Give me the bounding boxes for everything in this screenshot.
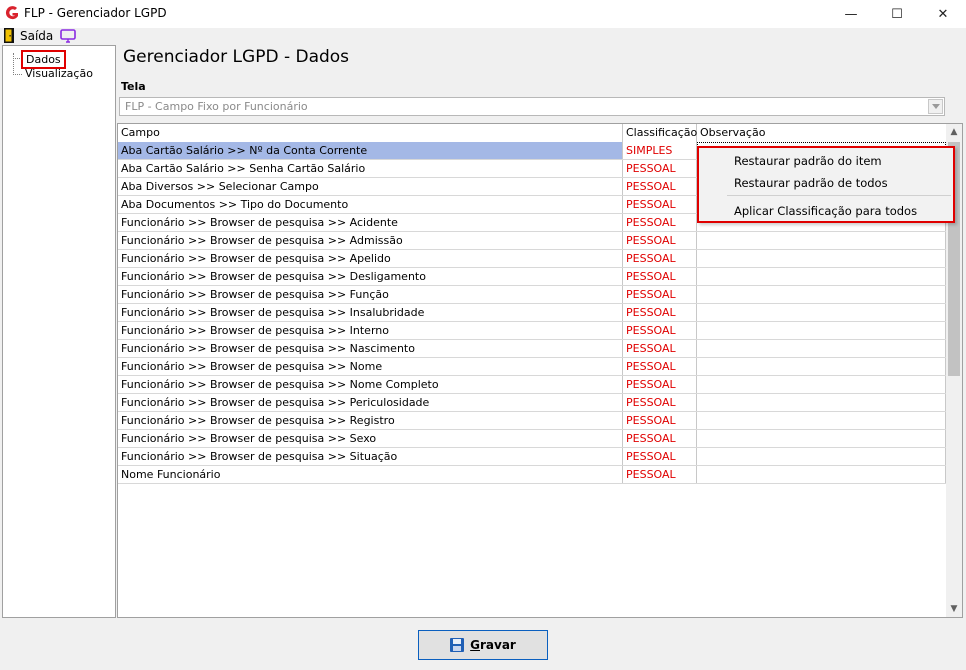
cell-campo[interactable]: Aba Diversos >> Selecionar Campo bbox=[118, 178, 623, 195]
floppy-disk-icon bbox=[450, 638, 465, 652]
cell-classificacao[interactable]: PESSOAL bbox=[623, 322, 697, 339]
cell-classificacao[interactable]: PESSOAL bbox=[623, 286, 697, 303]
cell-campo[interactable]: Funcionário >> Browser de pesquisa >> Ad… bbox=[118, 232, 623, 249]
maximize-button[interactable]: ☐ bbox=[874, 0, 920, 28]
cell-classificacao[interactable]: PESSOAL bbox=[623, 394, 697, 411]
table-row[interactable]: Funcionário >> Browser de pesquisa >> Re… bbox=[118, 412, 946, 430]
table-row[interactable]: Funcionário >> Browser de pesquisa >> Na… bbox=[118, 340, 946, 358]
cell-campo[interactable]: Funcionário >> Browser de pesquisa >> Ac… bbox=[118, 214, 623, 231]
cell-classificacao[interactable]: PESSOAL bbox=[623, 268, 697, 285]
table-row[interactable]: Funcionário >> Browser de pesquisa >> Ad… bbox=[118, 232, 946, 250]
cell-classificacao[interactable]: PESSOAL bbox=[623, 340, 697, 357]
minimize-button[interactable]: — bbox=[828, 0, 874, 28]
table-row[interactable]: Funcionário >> Browser de pesquisa >> Fu… bbox=[118, 286, 946, 304]
cell-campo[interactable]: Funcionário >> Browser de pesquisa >> Se… bbox=[118, 430, 623, 447]
column-header-observacao[interactable]: Observação bbox=[697, 124, 946, 142]
cell-classificacao[interactable]: PESSOAL bbox=[623, 358, 697, 375]
cell-observacao[interactable] bbox=[697, 250, 946, 267]
cell-observacao[interactable] bbox=[697, 232, 946, 249]
cell-classificacao[interactable]: PESSOAL bbox=[623, 376, 697, 393]
cell-campo[interactable]: Funcionário >> Browser de pesquisa >> Fu… bbox=[118, 286, 623, 303]
cell-classificacao[interactable]: PESSOAL bbox=[623, 178, 697, 195]
navigation-tree: Dados Visualização bbox=[2, 45, 116, 618]
cell-campo[interactable]: Funcionário >> Browser de pesquisa >> Na… bbox=[118, 340, 623, 357]
toolbar: Saída bbox=[0, 28, 966, 45]
cell-observacao[interactable] bbox=[697, 340, 946, 357]
cell-campo[interactable]: Aba Documentos >> Tipo do Documento bbox=[118, 196, 623, 213]
save-button-label: Gravar bbox=[470, 638, 516, 652]
table-row[interactable]: Nome Funcionário PESSOAL bbox=[118, 466, 946, 484]
column-header-campo[interactable]: Campo bbox=[118, 124, 623, 142]
exit-menu-item[interactable]: Saída bbox=[20, 29, 53, 43]
cell-observacao[interactable] bbox=[697, 448, 946, 465]
cell-classificacao[interactable]: PESSOAL bbox=[623, 412, 697, 429]
monitor-icon[interactable] bbox=[60, 29, 76, 43]
cell-observacao[interactable] bbox=[697, 412, 946, 429]
exit-door-icon[interactable] bbox=[4, 28, 14, 43]
grid-header: Campo Classificação Observação bbox=[118, 124, 946, 143]
cell-campo[interactable]: Funcionário >> Browser de pesquisa >> Ap… bbox=[118, 250, 623, 267]
cell-campo[interactable]: Funcionário >> Browser de pesquisa >> Pe… bbox=[118, 394, 623, 411]
app-logo-icon bbox=[5, 6, 18, 20]
menu-separator bbox=[727, 195, 951, 196]
tela-select[interactable]: FLP - Campo Fixo por Funcionário bbox=[119, 97, 945, 116]
close-button[interactable]: ✕ bbox=[920, 0, 966, 28]
cell-observacao[interactable] bbox=[697, 466, 946, 483]
tela-label: Tela bbox=[121, 80, 146, 93]
menu-item-restaurar-item[interactable]: Restaurar padrão do item bbox=[734, 154, 882, 168]
cell-campo[interactable]: Funcionário >> Browser de pesquisa >> No… bbox=[118, 358, 623, 375]
table-row[interactable]: Funcionário >> Browser de pesquisa >> Se… bbox=[118, 430, 946, 448]
scroll-up-icon[interactable]: ▲ bbox=[946, 124, 962, 140]
cell-observacao[interactable] bbox=[697, 286, 946, 303]
cell-campo[interactable]: Funcionário >> Browser de pesquisa >> Si… bbox=[118, 448, 623, 465]
table-row[interactable]: Funcionário >> Browser de pesquisa >> De… bbox=[118, 268, 946, 286]
cell-classificacao[interactable]: SIMPLES bbox=[623, 142, 697, 159]
table-row[interactable]: Funcionário >> Browser de pesquisa >> Si… bbox=[118, 448, 946, 466]
cell-classificacao[interactable]: PESSOAL bbox=[623, 232, 697, 249]
menu-item-aplicar-classificacao[interactable]: Aplicar Classificação para todos bbox=[734, 204, 917, 218]
table-row[interactable]: Funcionário >> Browser de pesquisa >> In… bbox=[118, 322, 946, 340]
cell-classificacao[interactable]: PESSOAL bbox=[623, 304, 697, 321]
cell-classificacao[interactable]: PESSOAL bbox=[623, 214, 697, 231]
cell-classificacao[interactable]: PESSOAL bbox=[623, 250, 697, 267]
menu-item-restaurar-todos[interactable]: Restaurar padrão de todos bbox=[734, 176, 888, 190]
table-row[interactable]: Funcionário >> Browser de pesquisa >> In… bbox=[118, 304, 946, 322]
table-row[interactable]: Funcionário >> Browser de pesquisa >> No… bbox=[118, 376, 946, 394]
chevron-down-icon[interactable] bbox=[928, 99, 943, 114]
cell-classificacao[interactable]: PESSOAL bbox=[623, 160, 697, 177]
save-button[interactable]: Gravar bbox=[418, 630, 548, 660]
cell-campo[interactable]: Aba Cartão Salário >> Nº da Conta Corren… bbox=[118, 142, 623, 159]
cell-observacao[interactable] bbox=[697, 376, 946, 393]
cell-classificacao[interactable]: PESSOAL bbox=[623, 430, 697, 447]
cell-observacao[interactable] bbox=[697, 304, 946, 321]
context-menu: Restaurar padrão do item Restaurar padrã… bbox=[697, 146, 955, 223]
cell-classificacao[interactable]: PESSOAL bbox=[623, 196, 697, 213]
cell-campo[interactable]: Funcionário >> Browser de pesquisa >> In… bbox=[118, 304, 623, 321]
cell-campo[interactable]: Funcionário >> Browser de pesquisa >> No… bbox=[118, 376, 623, 393]
scroll-down-icon[interactable]: ▼ bbox=[946, 601, 962, 617]
tree-item-visualizacao[interactable]: Visualização bbox=[25, 67, 93, 80]
cell-campo[interactable]: Funcionário >> Browser de pesquisa >> Re… bbox=[118, 412, 623, 429]
tree-connector bbox=[13, 74, 22, 75]
cell-observacao[interactable] bbox=[697, 268, 946, 285]
table-row[interactable]: Funcionário >> Browser de pesquisa >> Pe… bbox=[118, 394, 946, 412]
cell-campo[interactable]: Aba Cartão Salário >> Senha Cartão Salár… bbox=[118, 160, 623, 177]
cell-observacao[interactable] bbox=[697, 358, 946, 375]
cell-observacao[interactable] bbox=[697, 430, 946, 447]
cell-classificacao[interactable]: PESSOAL bbox=[623, 448, 697, 465]
cell-classificacao[interactable]: PESSOAL bbox=[623, 466, 697, 483]
cell-observacao[interactable] bbox=[697, 394, 946, 411]
cell-campo[interactable]: Nome Funcionário bbox=[118, 466, 623, 483]
table-row[interactable]: Funcionário >> Browser de pesquisa >> Ap… bbox=[118, 250, 946, 268]
column-header-classificacao[interactable]: Classificação bbox=[623, 124, 697, 142]
cell-observacao[interactable] bbox=[697, 322, 946, 339]
cell-campo[interactable]: Funcionário >> Browser de pesquisa >> De… bbox=[118, 268, 623, 285]
page-title: Gerenciador LGPD - Dados bbox=[123, 47, 350, 67]
window-title: FLP - Gerenciador LGPD bbox=[24, 6, 167, 20]
tela-select-value: FLP - Campo Fixo por Funcionário bbox=[125, 100, 308, 113]
table-row[interactable]: Funcionário >> Browser de pesquisa >> No… bbox=[118, 358, 946, 376]
cell-campo[interactable]: Funcionário >> Browser de pesquisa >> In… bbox=[118, 322, 623, 339]
title-bar: FLP - Gerenciador LGPD — ☐ ✕ bbox=[0, 0, 966, 28]
